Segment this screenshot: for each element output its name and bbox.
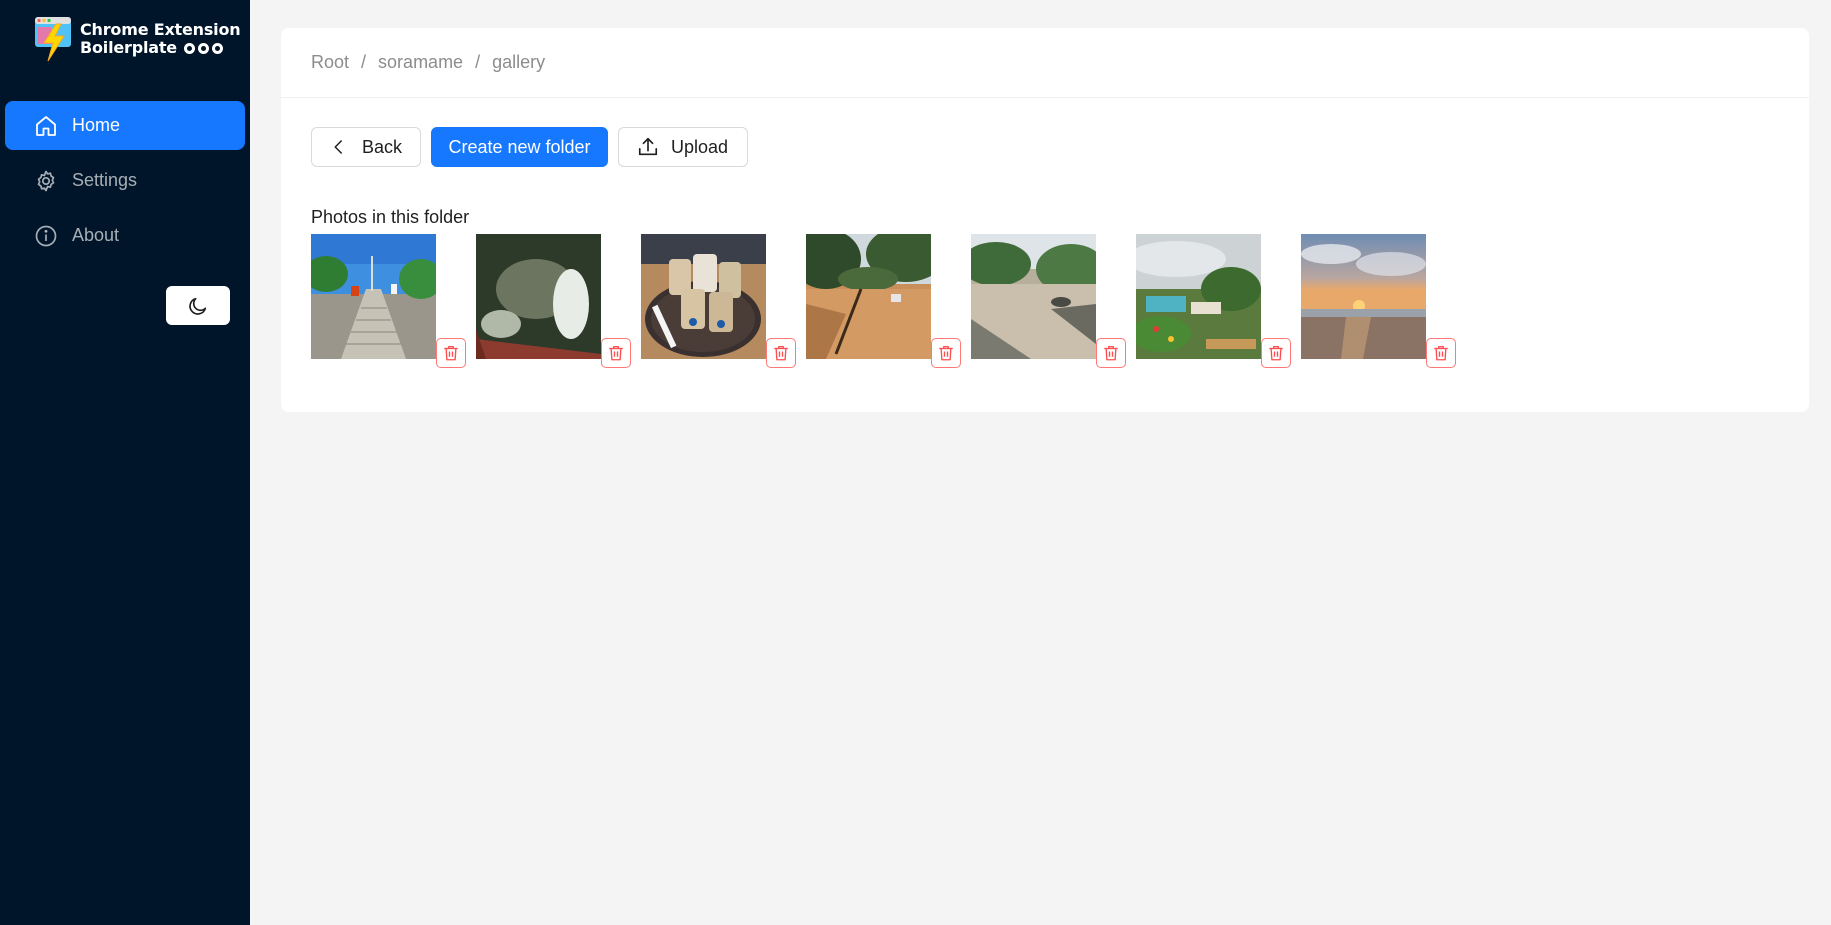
trash-icon [774, 345, 788, 361]
photo-thumbnail[interactable] [311, 234, 436, 359]
gallery-card: Root / soramame / gallery Back Create ne… [281, 28, 1809, 412]
moon-icon [189, 297, 207, 315]
create-folder-button[interactable]: Create new folder [431, 127, 608, 167]
back-button-label: Back [361, 136, 402, 157]
brand-title-line2: Boilerplate [80, 38, 177, 57]
trash-icon [1434, 345, 1448, 361]
upload-icon [638, 137, 658, 156]
photo-thumbnail[interactable] [971, 234, 1096, 359]
photo-thumbnail[interactable] [1136, 234, 1261, 359]
photo-item [641, 234, 806, 368]
photo-thumbnail[interactable] [476, 234, 601, 359]
info-icon [35, 225, 57, 246]
theme-toggle-button[interactable] [166, 286, 230, 325]
breadcrumb-separator: / [475, 52, 481, 72]
trash-icon [609, 345, 623, 361]
photo-item [971, 234, 1136, 368]
sidebar-menu: Home Settings About [5, 101, 245, 266]
sidebar-item-label: About [72, 225, 120, 245]
sidebar-item-home[interactable]: Home [5, 101, 245, 150]
create-folder-button-label: Create new folder [448, 136, 591, 157]
sidebar-item-settings[interactable]: Settings [5, 156, 245, 205]
delete-photo-button[interactable] [1261, 338, 1291, 368]
sidebar-item-label: Settings [72, 170, 138, 190]
trash-icon [444, 345, 458, 361]
photo-thumbnail[interactable] [806, 234, 931, 359]
upload-button-label: Upload [671, 136, 729, 157]
brand-title: Chrome Extension Boilerplate [80, 20, 241, 57]
photo-item [311, 234, 476, 368]
photos-section-title: Photos in this folder [311, 207, 470, 227]
chevron-left-icon [334, 140, 342, 154]
breadcrumb-separator: / [361, 52, 367, 72]
sidebar-item-about[interactable]: About [5, 211, 245, 260]
delete-photo-button[interactable] [601, 338, 631, 368]
sidebar-item-label: Home [72, 115, 121, 135]
photo-item [476, 234, 641, 368]
home-icon [36, 115, 56, 136]
brand-badges [183, 42, 223, 54]
toolbar: Back Create new folder Upload [311, 127, 748, 167]
photo-item [1301, 234, 1466, 368]
trash-icon [939, 345, 953, 361]
delete-photo-button[interactable] [1096, 338, 1126, 368]
photo-thumbnail[interactable] [641, 234, 766, 359]
badge-icon [211, 42, 223, 54]
breadcrumb-item-gallery: gallery [492, 52, 546, 72]
breadcrumb: Root / soramame / gallery [281, 28, 1809, 98]
brand-title-line1: Chrome Extension [80, 20, 241, 39]
bolt-window-logo [35, 17, 71, 62]
delete-photo-button[interactable] [436, 338, 466, 368]
upload-button[interactable]: Upload [618, 127, 748, 167]
sidebar: Chrome Extension Boilerplate Home Settin… [0, 0, 250, 925]
badge-icon [183, 42, 195, 54]
delete-photo-button[interactable] [931, 338, 961, 368]
gear-icon [37, 170, 55, 191]
breadcrumb-item-soramame[interactable]: soramame [378, 52, 463, 73]
delete-photo-button[interactable] [766, 338, 796, 368]
delete-photo-button[interactable] [1426, 338, 1456, 368]
photo-item [806, 234, 971, 368]
photo-gallery [311, 234, 1466, 368]
brand[interactable]: Chrome Extension Boilerplate [34, 16, 241, 62]
badge-icon [197, 42, 209, 54]
back-button[interactable]: Back [311, 127, 421, 167]
photo-thumbnail[interactable] [1301, 234, 1426, 359]
breadcrumb-item-root[interactable]: Root [311, 52, 349, 73]
photo-item [1136, 234, 1301, 368]
trash-icon [1269, 345, 1283, 361]
trash-icon [1104, 345, 1118, 361]
